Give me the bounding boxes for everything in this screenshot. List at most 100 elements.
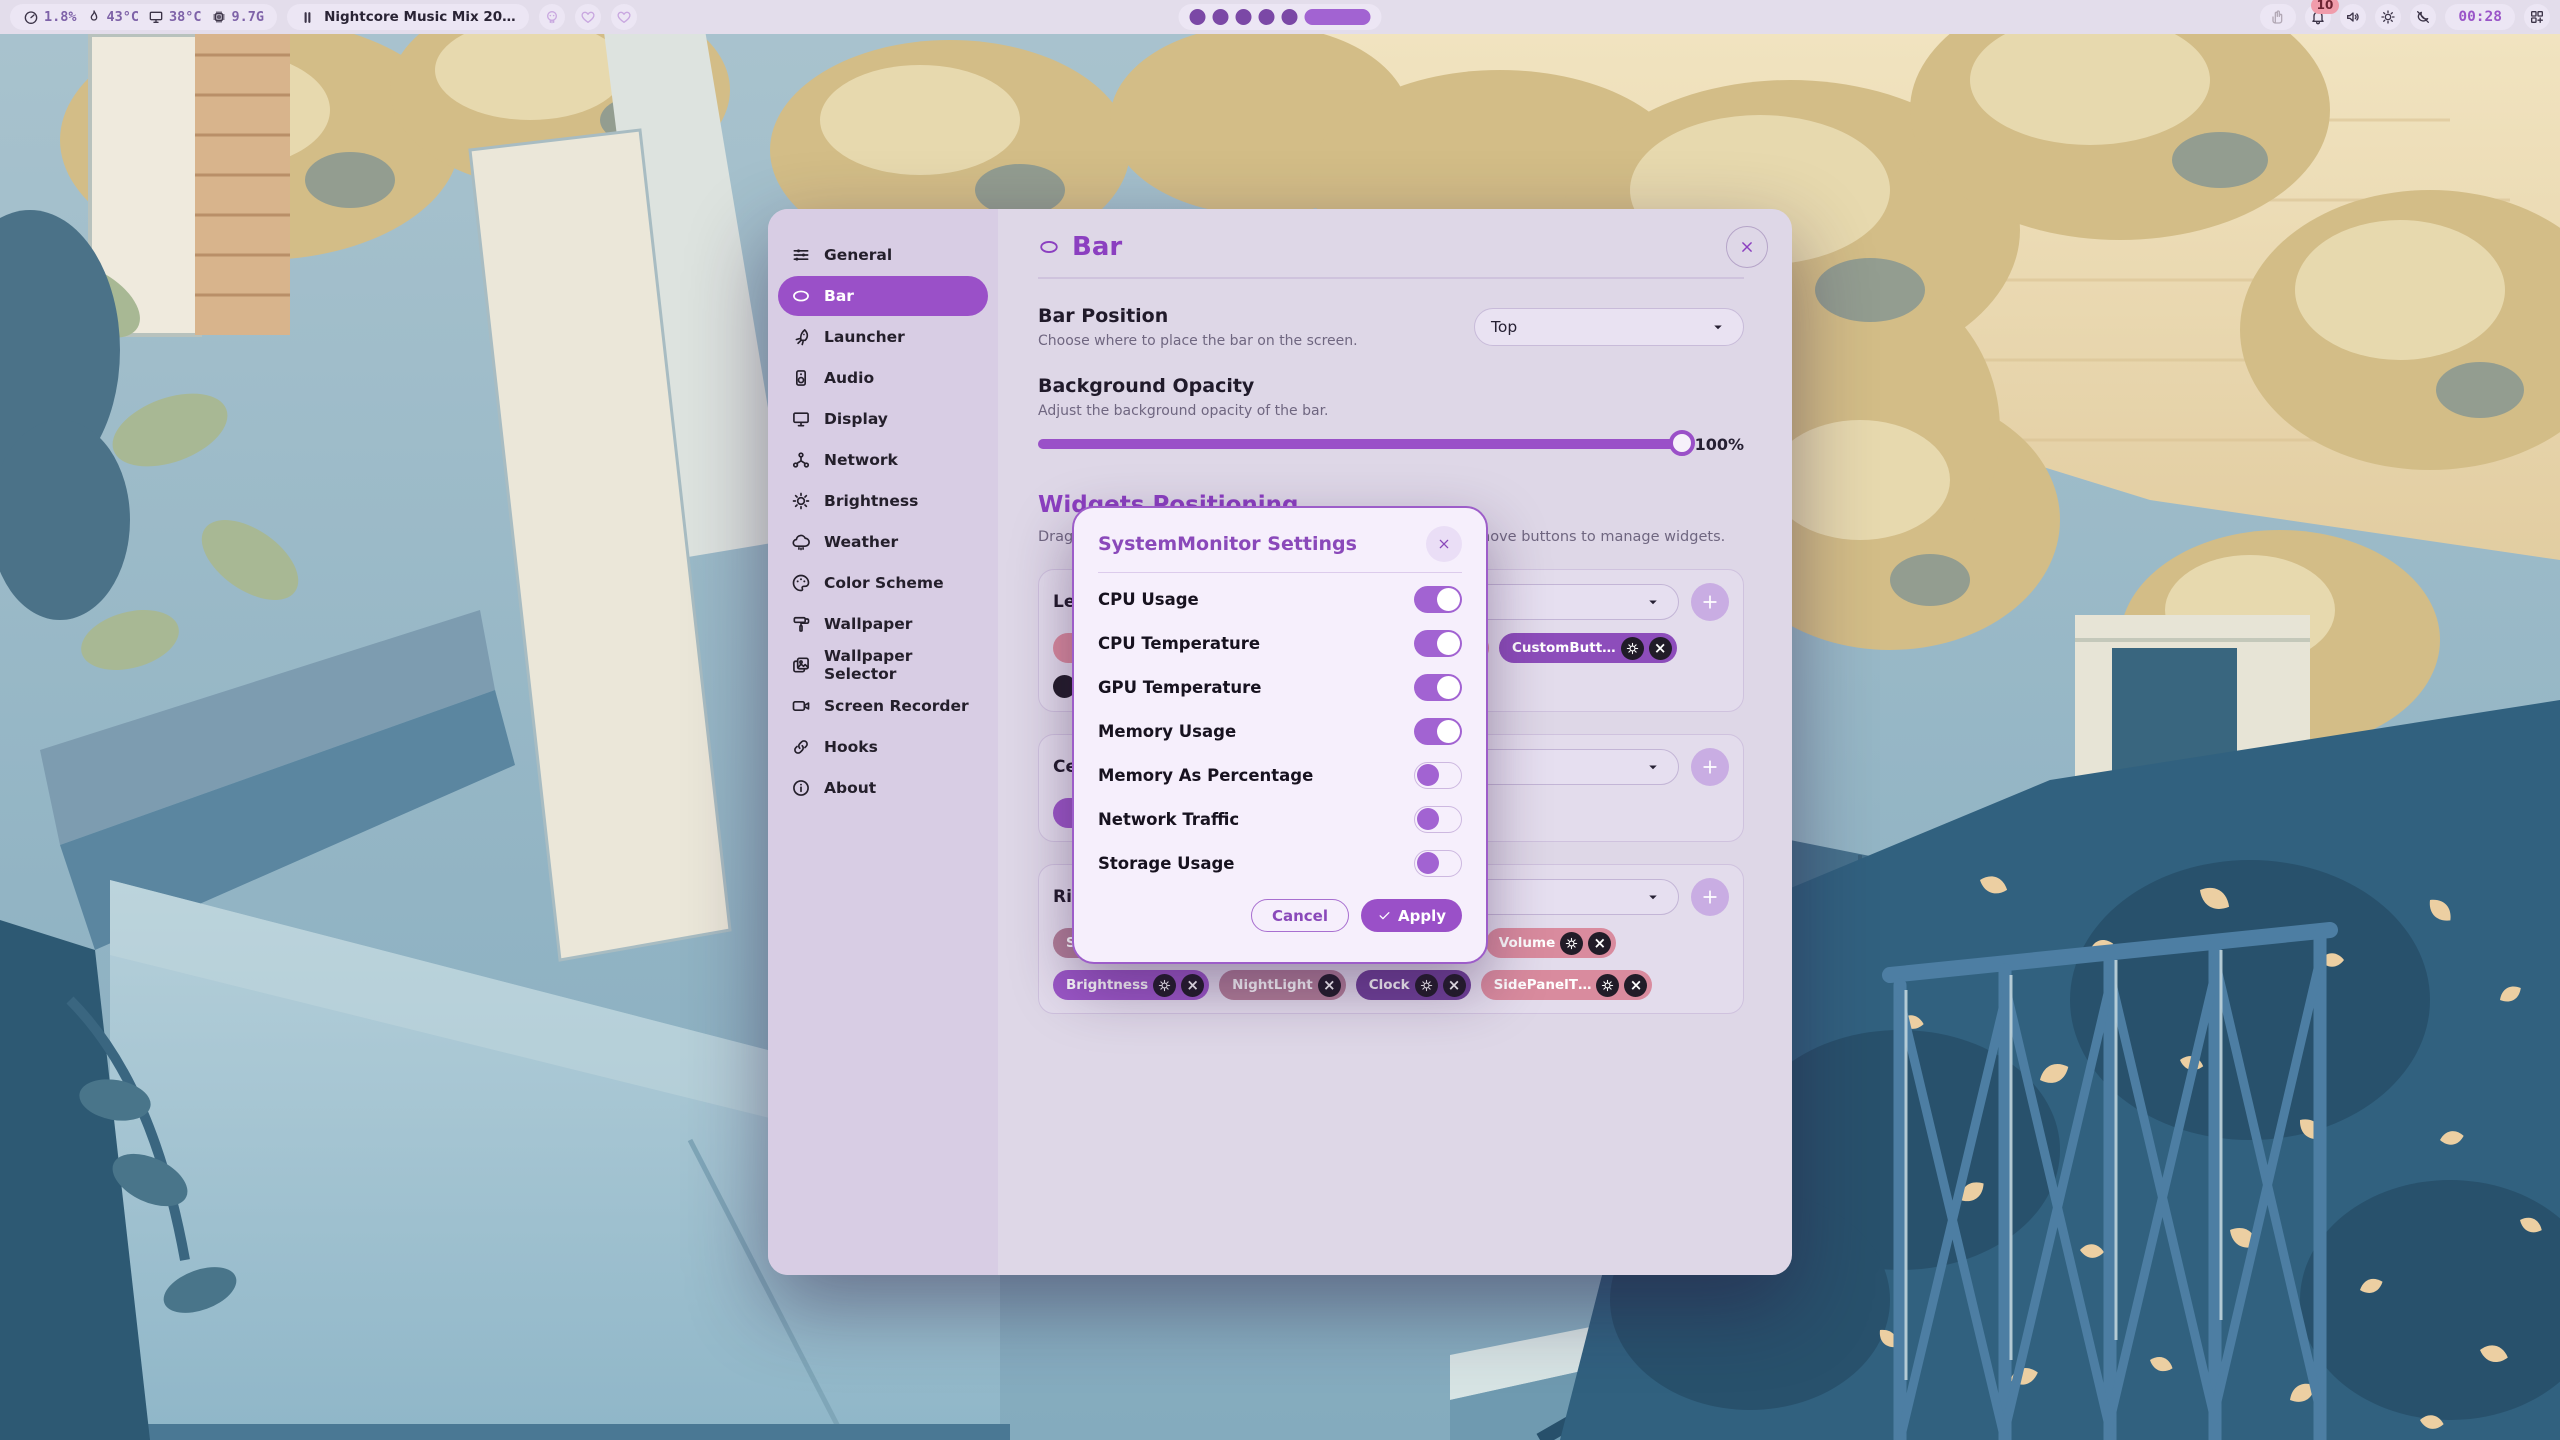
custom-gesture-button[interactable] — [2260, 4, 2296, 30]
chip-settings-button[interactable] — [1596, 974, 1619, 997]
workspace-dot[interactable] — [1236, 9, 1252, 25]
toggle-switch[interactable] — [1414, 850, 1462, 877]
memory-stat: 9.7G — [211, 9, 265, 25]
widget-chip-brightness[interactable]: Brightness × — [1053, 970, 1209, 1000]
header-divider — [1038, 277, 1744, 279]
notifications-button[interactable]: 10 — [2305, 4, 2331, 30]
sidebar-item-weather[interactable]: Weather — [778, 522, 988, 562]
chip-label: Brightness — [1066, 977, 1148, 993]
add-widget-button[interactable] — [1691, 583, 1729, 621]
cpu-temp-stat: 43°C — [86, 9, 140, 25]
sidebar-item-hooks[interactable]: Hooks — [778, 727, 988, 767]
widget-chip-clock[interactable]: Clock× — [1356, 970, 1471, 1000]
workspace-dot[interactable] — [1259, 9, 1275, 25]
quick-button-1[interactable] — [539, 4, 565, 30]
bar-position-select[interactable]: Top — [1474, 308, 1744, 346]
toggle-switch[interactable] — [1414, 630, 1462, 657]
toggle-label: Memory Usage — [1098, 722, 1236, 741]
chip-settings-button[interactable] — [1560, 932, 1583, 955]
notification-count-badge: 10 — [2311, 0, 2340, 14]
modal-close-button[interactable] — [1426, 526, 1462, 562]
camera-icon — [791, 696, 811, 716]
chip-settings-button[interactable] — [1415, 974, 1438, 997]
widget-chip-nightlight[interactable]: NightLight× — [1219, 970, 1346, 1000]
quick-button-3[interactable] — [611, 4, 637, 30]
toggle-switch[interactable] — [1414, 806, 1462, 833]
chip-settings-button[interactable] — [1621, 637, 1644, 660]
images-icon — [791, 655, 811, 675]
close-icon — [1436, 536, 1452, 552]
bar-position-description: Choose where to place the bar on the scr… — [1038, 333, 1358, 349]
toggle-switch[interactable] — [1414, 586, 1462, 613]
clock-module[interactable]: 00:28 — [2445, 4, 2515, 30]
sidebar-item-launcher[interactable]: Launcher — [778, 317, 988, 357]
brightness-button[interactable] — [2375, 4, 2401, 30]
background-opacity-block: Background Opacity Adjust the background… — [1038, 375, 1744, 454]
window-close-button[interactable] — [1726, 226, 1768, 268]
chip-settings-button[interactable] — [1153, 974, 1176, 997]
toggle-row-memory-as-percentage: Memory As Percentage — [1098, 753, 1462, 797]
roller-icon — [791, 614, 811, 634]
toggle-switch[interactable] — [1414, 718, 1462, 745]
sidebar-item-label: Color Scheme — [824, 574, 944, 592]
plus-icon — [1700, 887, 1720, 907]
widget-chip-sidepanelt[interactable]: SidePanelT…× — [1481, 970, 1653, 1000]
chip-remove-button[interactable]: × — [1649, 637, 1672, 660]
chevron-down-icon — [1709, 318, 1727, 336]
dashboard-button[interactable] — [2524, 4, 2550, 30]
toggle-label: Storage Usage — [1098, 854, 1234, 873]
network-icon — [791, 450, 811, 470]
gear-icon — [1565, 937, 1578, 950]
add-widget-button[interactable] — [1691, 878, 1729, 916]
workspace-active-pill[interactable] — [1305, 9, 1371, 25]
top-bar-right-modules: 10 00:28 — [2260, 4, 2550, 30]
volume-button[interactable] — [2340, 4, 2366, 30]
widget-chip-volume[interactable]: Volume× — [1486, 928, 1616, 958]
media-module[interactable]: Nightcore Music Mix 20… — [287, 4, 529, 30]
sidebar-item-display[interactable]: Display — [778, 399, 988, 439]
background-opacity-description: Adjust the background opacity of the bar… — [1038, 403, 1744, 419]
chip-remove-button[interactable]: × — [1318, 974, 1341, 997]
toggle-switch[interactable] — [1414, 674, 1462, 701]
sidebar-item-wallpaper[interactable]: Wallpaper — [778, 604, 988, 644]
night-light-button[interactable] — [2410, 4, 2436, 30]
sidebar-item-wallpaper-selector[interactable]: Wallpaper Selector — [778, 645, 988, 685]
sidebar-nav: GeneralBarLauncherAudioDisplayNetworkBri… — [778, 235, 988, 808]
quick-button-2[interactable] — [575, 4, 601, 30]
sidebar-item-about[interactable]: About — [778, 768, 988, 808]
chip-remove-button[interactable]: × — [1588, 932, 1611, 955]
apply-button[interactable]: Apply — [1361, 899, 1462, 932]
sidebar-item-brightness[interactable]: Brightness — [778, 481, 988, 521]
sidebar-item-bar[interactable]: Bar — [778, 276, 988, 316]
add-widget-button[interactable] — [1691, 748, 1729, 786]
opacity-slider[interactable] — [1038, 439, 1682, 449]
sidebar-item-color-scheme[interactable]: Color Scheme — [778, 563, 988, 603]
sidebar-item-screen-recorder[interactable]: Screen Recorder — [778, 686, 988, 726]
sidebar-item-audio[interactable]: Audio — [778, 358, 988, 398]
cancel-button[interactable]: Cancel — [1251, 899, 1349, 932]
toggle-switch[interactable] — [1414, 762, 1462, 789]
toggle-label: Network Traffic — [1098, 810, 1239, 829]
chip-remove-button[interactable]: × — [1624, 974, 1647, 997]
system-stats-module[interactable]: 1.8% 43°C 38°C 9.7G — [10, 4, 277, 30]
chip-remove-button[interactable]: × — [1443, 974, 1466, 997]
sidebar-item-network[interactable]: Network — [778, 440, 988, 480]
workspace-dot[interactable] — [1213, 9, 1229, 25]
opacity-slider-knob[interactable] — [1669, 430, 1695, 456]
widget-chip-custombutt[interactable]: CustomButt… × — [1499, 633, 1677, 663]
flame-icon — [86, 9, 102, 25]
desktop: 1.8% 43°C 38°C 9.7G Nightcore Music Mix … — [0, 0, 2560, 1440]
hand-icon — [2270, 9, 2286, 25]
workspace-dot[interactable] — [1190, 9, 1206, 25]
sidebar-item-general[interactable]: General — [778, 235, 988, 275]
chip-icon — [211, 9, 227, 25]
top-bar: 1.8% 43°C 38°C 9.7G Nightcore Music Mix … — [0, 0, 2560, 34]
monitor-icon — [148, 9, 164, 25]
chip-label: CustomButt… — [1512, 640, 1616, 656]
toggle-row-cpu-usage: CPU Usage — [1098, 577, 1462, 621]
chip-remove-button[interactable]: × — [1181, 974, 1204, 997]
workspace-indicator[interactable] — [1179, 4, 1382, 30]
modal-divider — [1098, 572, 1462, 573]
toggle-label: GPU Temperature — [1098, 678, 1261, 697]
workspace-dot[interactable] — [1282, 9, 1298, 25]
